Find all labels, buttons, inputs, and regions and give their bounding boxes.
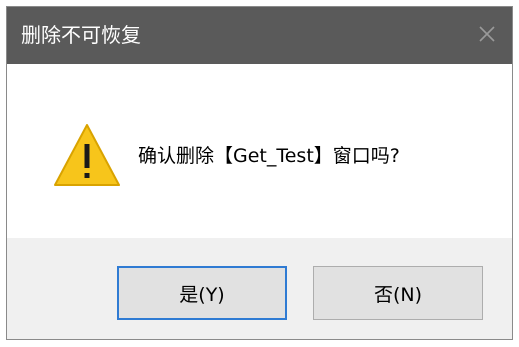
dialog-message: 确认删除【Get_Test】窗口吗? [138, 145, 400, 167]
confirm-dialog: 删除不可恢复 确认删除【Get_Test】窗口吗? 是(Y) 否(N) [6, 6, 513, 340]
dialog-title: 删除不可恢复 [21, 23, 141, 47]
no-button[interactable]: 否(N) [313, 266, 483, 320]
warning-icon [53, 123, 121, 187]
title-bar[interactable]: 删除不可恢复 [7, 7, 512, 64]
close-icon[interactable] [470, 17, 504, 51]
close-icon-glyph [479, 26, 495, 42]
dialog-footer: 是(Y) 否(N) [7, 238, 512, 339]
dialog-content: 确认删除【Get_Test】窗口吗? [7, 64, 512, 238]
yes-button[interactable]: 是(Y) [117, 266, 287, 320]
